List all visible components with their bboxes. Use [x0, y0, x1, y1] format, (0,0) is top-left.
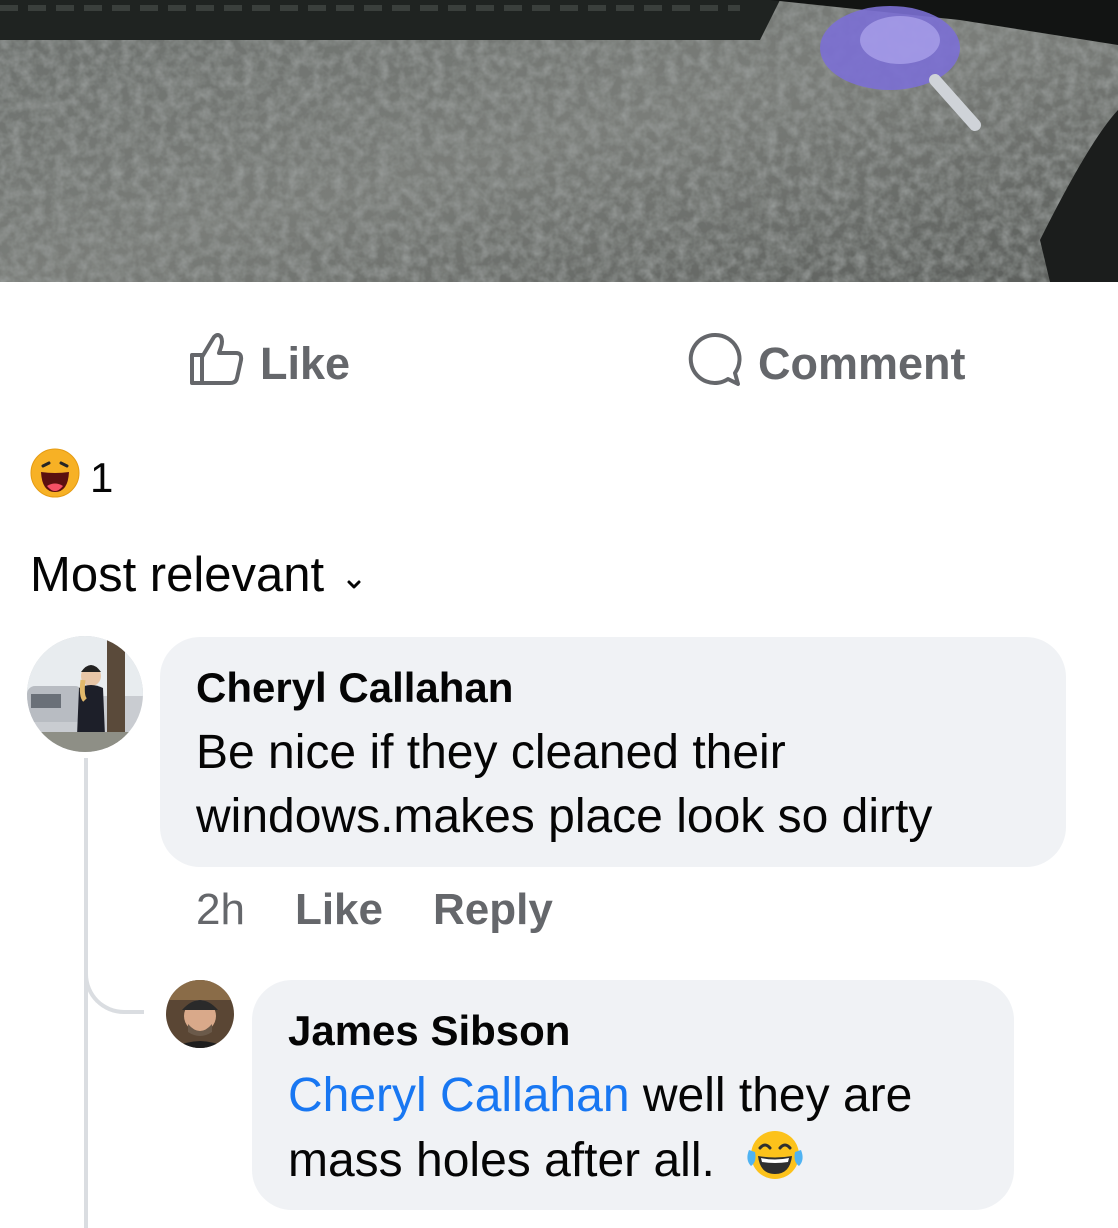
tears-of-joy-emoji-icon: [745, 1128, 805, 1199]
reply-bubble: James Sibson Cheryl Callahan well they a…: [252, 980, 1014, 1210]
comment-bubble: Cheryl Callahan Be nice if they cleaned …: [160, 637, 1066, 867]
sort-label: Most relevant: [30, 548, 325, 602]
avatar[interactable]: [27, 636, 143, 752]
thread-branch: [84, 958, 144, 1014]
reaction-summary[interactable]: 1: [30, 448, 114, 504]
thread-line: [84, 758, 88, 1228]
reply-text: Cheryl Callahan well they are mass holes …: [288, 1064, 978, 1199]
comment-sort-dropdown[interactable]: Most relevant: [30, 545, 362, 605]
reply-text-line2: mass holes after all.: [288, 1134, 715, 1188]
speech-bubble-icon: [686, 330, 744, 399]
comment-meta: 2h Like Reply: [196, 880, 553, 940]
haha-emoji-icon: [30, 448, 80, 508]
reply-text-line1: well they are: [629, 1069, 913, 1122]
mention-link[interactable]: Cheryl Callahan: [288, 1069, 630, 1122]
comment-reply-button[interactable]: Reply: [433, 885, 553, 935]
post-action-bar: Like Comment: [0, 282, 1118, 442]
like-button[interactable]: Like: [188, 332, 351, 394]
comment-button[interactable]: Comment: [686, 332, 966, 394]
comment-timestamp[interactable]: 2h: [196, 885, 245, 935]
comment-author[interactable]: Cheryl Callahan: [196, 663, 1030, 713]
reaction-count: 1: [90, 454, 114, 501]
comment-text: Be nice if they cleaned their windows.ma…: [196, 726, 933, 843]
chevron-down-icon: [346, 547, 362, 603]
comment-like-button[interactable]: Like: [295, 885, 383, 935]
thumbs-up-icon: [188, 331, 246, 398]
avatar[interactable]: [166, 980, 234, 1048]
reply-author[interactable]: James Sibson: [288, 1006, 978, 1056]
post-photo[interactable]: [0, 0, 1118, 282]
like-label: Like: [260, 338, 351, 389]
comment-label: Comment: [758, 338, 966, 389]
